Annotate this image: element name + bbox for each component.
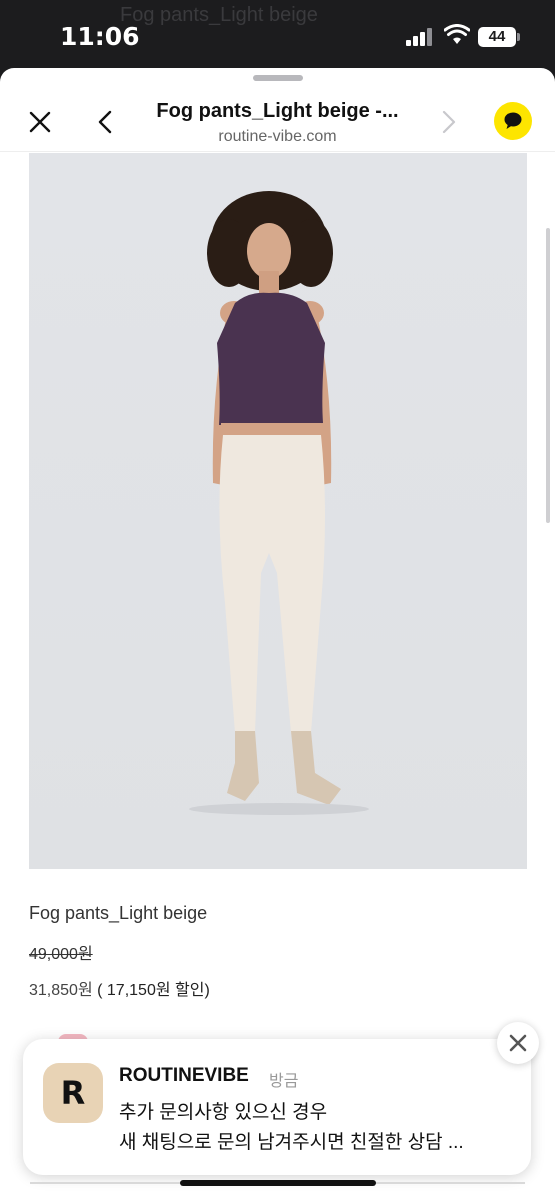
product-name: Fog pants_Light beige [29,903,208,923]
chat-notification-toast[interactable]: R ROUTINEVIBE 방금 추가 문의사항 있으신 경우 새 채팅으로 문… [23,1039,531,1175]
close-icon[interactable] [26,108,54,136]
status-bar: Fog pants_Light beige 11:06 44 [0,0,555,68]
in-app-browser-sheet: Fog pants_Light beige -... routine-vibe.… [0,68,555,1200]
wifi-icon [444,24,470,44]
toast-time: 방금 [269,1073,299,1090]
close-icon [509,1034,527,1052]
page-title: Fog pants_Light beige -... [156,100,399,122]
home-indicator[interactable] [180,1180,376,1186]
forward-chevron-icon[interactable] [436,108,460,136]
sale-price-row: 31,850원 ( 17,150원 할인) [29,976,210,1000]
battery-tip [517,33,520,41]
kakao-chat-button[interactable] [494,102,532,140]
sheet-grabber[interactable] [253,75,303,81]
original-price: 49,000원 [29,946,93,963]
battery-indicator: 44 [478,27,516,47]
discount-amount: ( 17,150원 할인) [97,982,210,999]
toast-close-button[interactable] [497,1022,539,1064]
back-chevron-icon[interactable] [94,108,118,136]
avatar: R [43,1063,103,1123]
sale-price: 31,850원 [29,982,93,999]
toast-message-line-1: 추가 문의사항 있으신 경우 [119,1102,328,1123]
page-scrollbar[interactable] [546,228,550,523]
status-time: 11:06 [60,22,140,51]
toast-sender: ROUTINEVIBE [119,1065,249,1086]
product-image[interactable] [29,153,527,869]
browser-nav-bar: Fog pants_Light beige -... routine-vibe.… [0,86,555,152]
cellular-signal-icon [406,28,434,46]
toast-message-line-2: 새 채팅으로 문의 남겨주시면 친절한 상담 ... [119,1132,464,1153]
chat-bubble-icon [504,112,522,129]
page-url: routine-vibe.com [218,128,337,145]
status-ghost-text: Fog pants_Light beige [120,4,318,26]
model-photo [29,153,527,869]
